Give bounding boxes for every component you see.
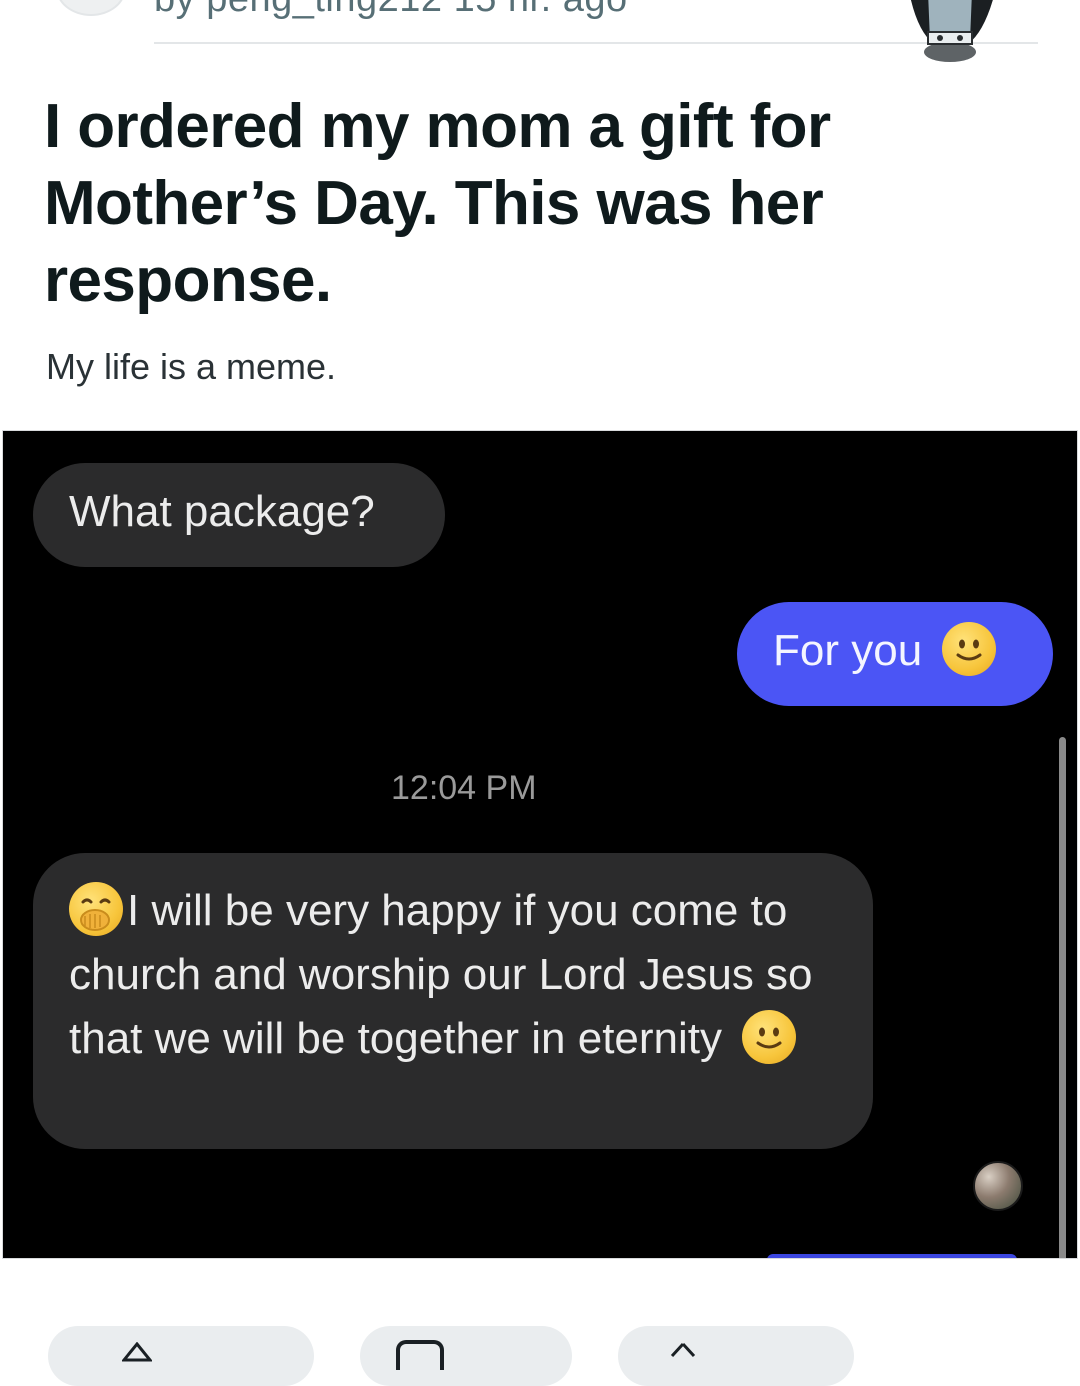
post-body-text: My life is a meme. bbox=[46, 346, 337, 387]
chat-scrollbar[interactable] bbox=[1059, 737, 1066, 1258]
post-byline[interactable]: by peng_ting212 15 hr. ago bbox=[154, 0, 628, 21]
read-receipt-avatar bbox=[973, 1161, 1023, 1211]
comments-button[interactable] bbox=[360, 1326, 572, 1386]
incoming-message-bubble: What package? bbox=[33, 463, 445, 567]
incoming-message-bubble: I will be very happy if you come to chur… bbox=[33, 853, 873, 1149]
post-title[interactable]: I ordered my mom a gift for Mother’s Day… bbox=[44, 88, 1004, 319]
slightly-smiling-face-emoji-icon bbox=[742, 1010, 797, 1065]
message-timestamp: 12:04 PM bbox=[391, 769, 537, 807]
share-icon bbox=[670, 1342, 696, 1358]
post-action-bar bbox=[0, 1326, 1080, 1386]
upvote-icon bbox=[122, 1342, 152, 1362]
vote-button[interactable] bbox=[48, 1326, 314, 1386]
slightly-smiling-face-emoji-icon bbox=[942, 622, 997, 677]
message-text: For you bbox=[773, 626, 923, 675]
message-text: I will be very happy if you come to chur… bbox=[69, 886, 813, 1063]
community-avatar[interactable] bbox=[56, 0, 126, 16]
face-with-hand-over-mouth-emoji-icon bbox=[69, 882, 123, 937]
comment-icon bbox=[396, 1340, 444, 1370]
message-text: What package? bbox=[69, 487, 375, 536]
user-snoo-avatar-icon[interactable] bbox=[898, 0, 1008, 64]
post-image-chat-screenshot[interactable]: What package? For you 12:04 PM I will be… bbox=[2, 430, 1078, 1259]
composer-edge bbox=[767, 1254, 1017, 1258]
outgoing-message-bubble: For you bbox=[737, 602, 1053, 706]
share-button[interactable] bbox=[618, 1326, 854, 1386]
